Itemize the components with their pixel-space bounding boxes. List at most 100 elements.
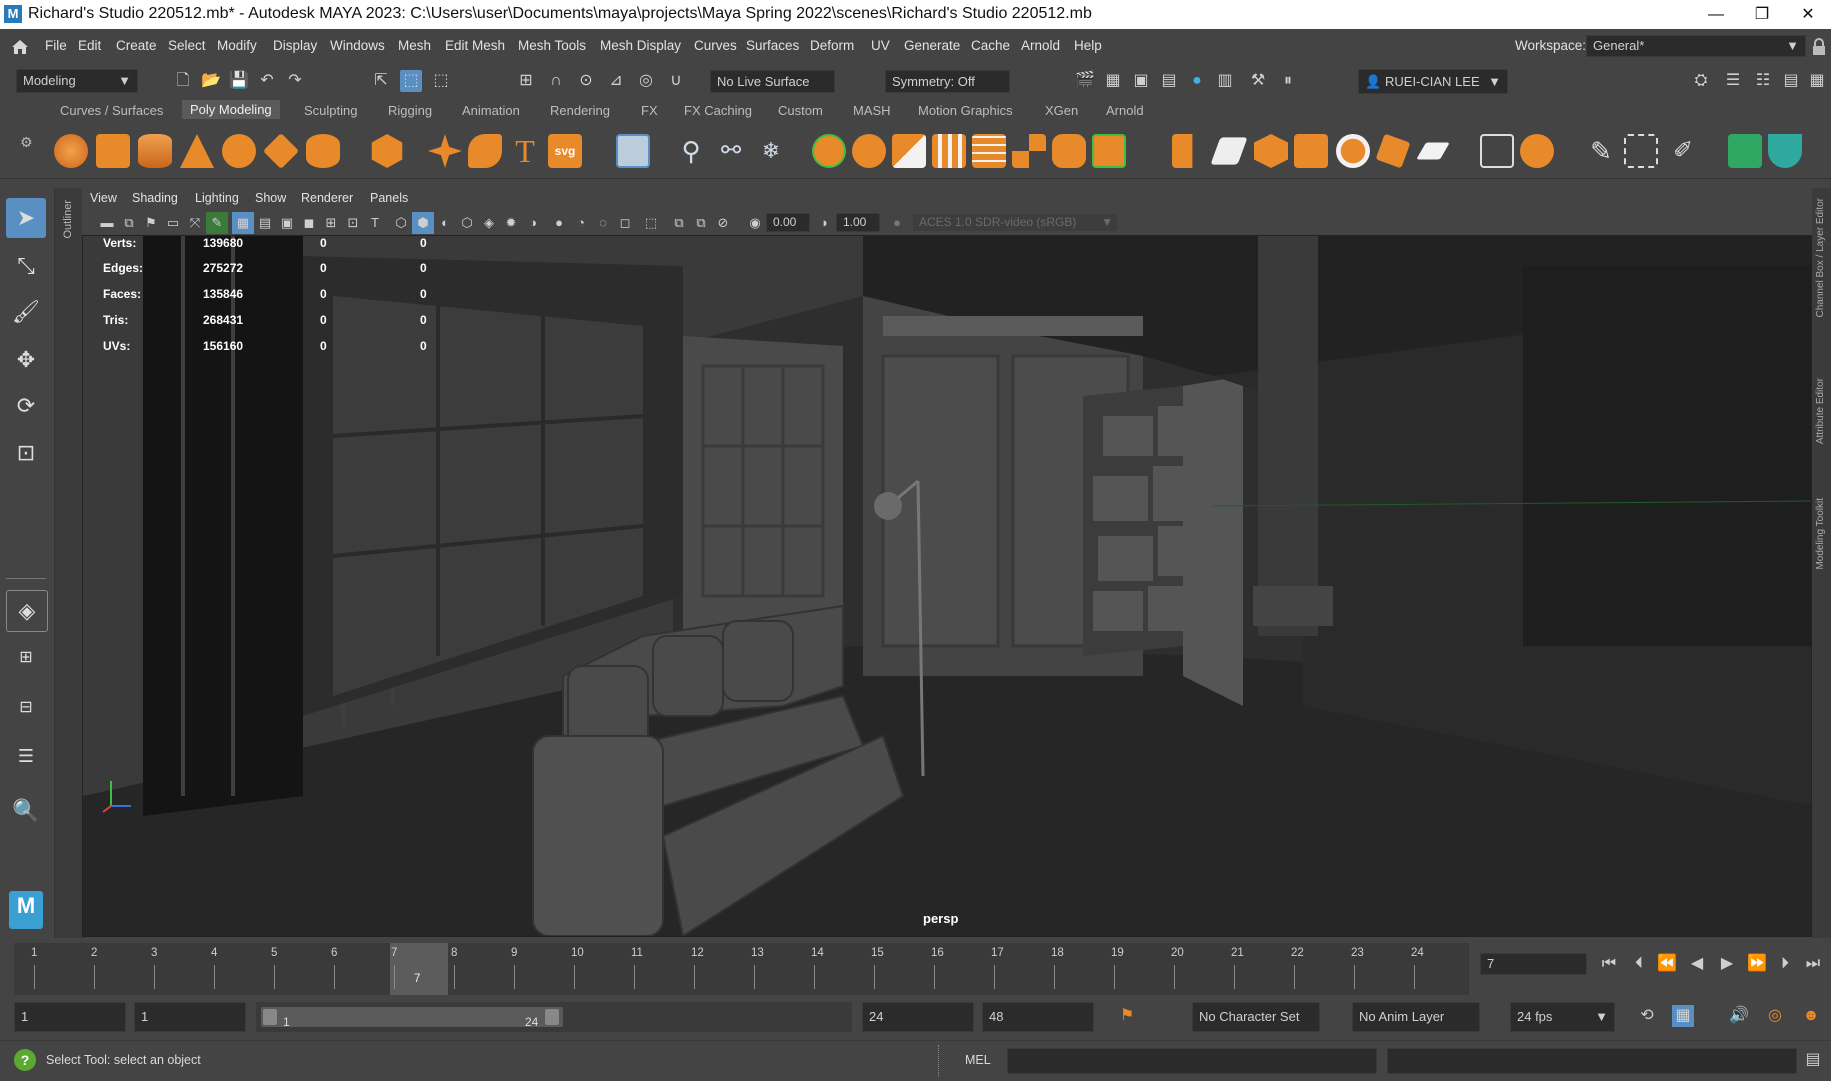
smooth-shade-icon[interactable]: ⬢	[412, 212, 434, 234]
tab-mash[interactable]: MASH	[853, 103, 891, 118]
boolean-icon[interactable]	[1254, 134, 1288, 168]
flip-icon[interactable]	[1416, 142, 1450, 160]
arnold-ipr-icon[interactable]: ⚒	[1247, 70, 1269, 92]
field-chart-icon[interactable]: ⊞	[320, 212, 342, 234]
bridge-icon[interactable]	[852, 134, 886, 168]
menu-help[interactable]: Help	[1074, 38, 1102, 53]
paint-select-icon[interactable]: 🖌	[6, 292, 46, 332]
attribute-editor-tab[interactable]: Attribute Editor	[1815, 378, 1826, 444]
play-backwards-icon[interactable]: ◀	[1686, 953, 1708, 975]
layer-editor-icon[interactable]: ▦	[1806, 70, 1828, 92]
menu-deform[interactable]: Deform	[810, 38, 854, 53]
playback-end-field[interactable]: 24	[862, 1002, 974, 1032]
single-perspective-layout-icon[interactable]: ◈	[6, 590, 48, 632]
svg-icon[interactable]: svg	[548, 134, 582, 168]
color-space-dropdown[interactable]: ACES 1.0 SDR-video (sRGB) ▼	[912, 213, 1118, 232]
wireframe-icon[interactable]: ⬡	[390, 212, 412, 234]
poly-cube-icon[interactable]	[96, 134, 130, 168]
tab-animation[interactable]: Animation	[462, 103, 520, 118]
sound-icon[interactable]: 🔊	[1728, 1005, 1750, 1027]
menu-edit[interactable]: Edit	[78, 38, 101, 53]
new-scene-icon[interactable]: 🗋	[172, 70, 194, 92]
arnold-render-icon[interactable]: ▥	[1214, 70, 1236, 92]
channel-box-icon[interactable]: ▤	[1780, 70, 1802, 92]
slide-edge-icon[interactable]	[1375, 133, 1411, 169]
anim-layer-dropdown[interactable]: No Anim Layer	[1352, 1002, 1480, 1032]
script-language-label[interactable]: MEL	[965, 1053, 991, 1067]
viewport-menu-renderer[interactable]: Renderer	[301, 191, 353, 205]
bevel-icon[interactable]	[892, 134, 926, 168]
grease-pencil-icon[interactable]: ✎	[206, 212, 228, 234]
hypershade-icon[interactable]: ●	[1186, 70, 1208, 92]
snap-view-icon[interactable]: ⊿	[605, 70, 627, 92]
camera-select-icon[interactable]: ▬	[96, 212, 118, 234]
uv-editor-icon[interactable]	[616, 134, 650, 168]
viewport-menu-shading[interactable]: Shading	[132, 191, 178, 205]
perspective-viewport[interactable]: Verts: 139680 0 0 Edges: 275272 0 0 Face…	[82, 235, 1812, 937]
insert-edge-loop-icon[interactable]	[972, 134, 1006, 168]
character-set-dropdown[interactable]: No Character Set	[1192, 1002, 1320, 1032]
x-ray-icon[interactable]: ◈	[478, 212, 500, 234]
step-forward-key-icon[interactable]: ⏩	[1746, 953, 1768, 975]
two-view-layout-icon[interactable]: ⊟	[6, 688, 46, 728]
reduce-icon[interactable]	[1294, 134, 1328, 168]
poly-torus-icon[interactable]	[222, 134, 256, 168]
go-to-end-icon[interactable]: ⏭	[1802, 953, 1824, 975]
draw-icon[interactable]: ✐	[1666, 134, 1700, 168]
render-current-icon[interactable]: 🎬	[1074, 70, 1096, 92]
modeling-toolkit-tab[interactable]: Modeling Toolkit	[1815, 498, 1826, 570]
play-forwards-icon[interactable]: ▶	[1716, 953, 1738, 975]
menu-windows[interactable]: Windows	[330, 38, 385, 53]
viewport-menu-lighting[interactable]: Lighting	[195, 191, 239, 205]
menu-arnold[interactable]: Arnold	[1021, 38, 1060, 53]
character-icon[interactable]: ☻	[1800, 1005, 1822, 1027]
snap-curve-icon[interactable]: ∩	[545, 70, 567, 92]
super-shape-icon[interactable]	[428, 134, 462, 168]
poly-cylinder-icon[interactable]	[138, 134, 172, 168]
auto-key-icon[interactable]: ⚑	[1116, 1005, 1138, 1027]
camera-attributes-icon[interactable]: ⧉	[118, 212, 140, 234]
xray-joints-icon[interactable]: ⧉	[668, 212, 690, 234]
command-line-input[interactable]	[1007, 1048, 1377, 1074]
home-icon[interactable]	[10, 37, 30, 57]
bookmark-icon[interactable]: ⚑	[140, 212, 162, 234]
platonic-solid-icon[interactable]	[371, 134, 403, 168]
grid-icon[interactable]: ▦	[232, 212, 254, 234]
menu-uv[interactable]: UV	[871, 38, 890, 53]
minimize-button[interactable]: —	[1693, 0, 1739, 29]
tab-rendering[interactable]: Rendering	[550, 103, 610, 118]
menu-select[interactable]: Select	[168, 38, 206, 53]
poly-plane-icon[interactable]	[262, 132, 300, 170]
separate-icon[interactable]: ⚯	[714, 134, 748, 168]
tab-curves-surfaces[interactable]: Curves / Surfaces	[60, 103, 163, 118]
uv-layout-icon[interactable]	[1624, 134, 1658, 168]
tool-settings-icon[interactable]: ☷	[1752, 70, 1774, 92]
workspace-dropdown[interactable]: General* ▼	[1586, 35, 1806, 57]
anti-aliasing-icon[interactable]: ◌	[592, 212, 614, 234]
game-exporter-icon[interactable]	[1728, 134, 1762, 168]
step-back-key-icon[interactable]: ⏪	[1656, 953, 1678, 975]
select-hierarchy-icon[interactable]: ⇱	[370, 70, 392, 92]
symmetry-dropdown[interactable]: Symmetry: Off	[885, 70, 1010, 93]
snap-live-icon[interactable]: ∪	[665, 70, 687, 92]
combine-icon[interactable]: ⚲	[674, 134, 708, 168]
send-to-unity-icon[interactable]	[1768, 134, 1802, 168]
snap-surface-icon[interactable]: ◎	[635, 70, 657, 92]
viewport-menu-panels[interactable]: Panels	[370, 191, 408, 205]
select-component-icon[interactable]: ⬚	[430, 70, 452, 92]
safe-action-icon[interactable]: ⊡	[342, 212, 364, 234]
tab-xgen[interactable]: XGen	[1045, 103, 1078, 118]
extrude-icon[interactable]	[812, 134, 846, 168]
menu-surfaces[interactable]: Surfaces	[746, 38, 799, 53]
snap-point-icon[interactable]: ⊙	[575, 70, 597, 92]
poly-disc-icon[interactable]	[306, 134, 340, 168]
close-button[interactable]: ✕	[1785, 0, 1831, 29]
collapse-icon[interactable]	[1210, 137, 1248, 165]
viewport-menu-show[interactable]: Show	[255, 191, 286, 205]
live-surface-field[interactable]: No Live Surface	[710, 70, 835, 93]
scale-tool-icon[interactable]: ⊡	[6, 433, 46, 473]
current-frame-field[interactable]: 7	[1480, 953, 1587, 975]
menu-mesh-tools[interactable]: Mesh Tools	[518, 38, 586, 53]
mirror-icon[interactable]	[1092, 134, 1126, 168]
lasso-tool-icon[interactable]: ⤡	[6, 246, 46, 286]
